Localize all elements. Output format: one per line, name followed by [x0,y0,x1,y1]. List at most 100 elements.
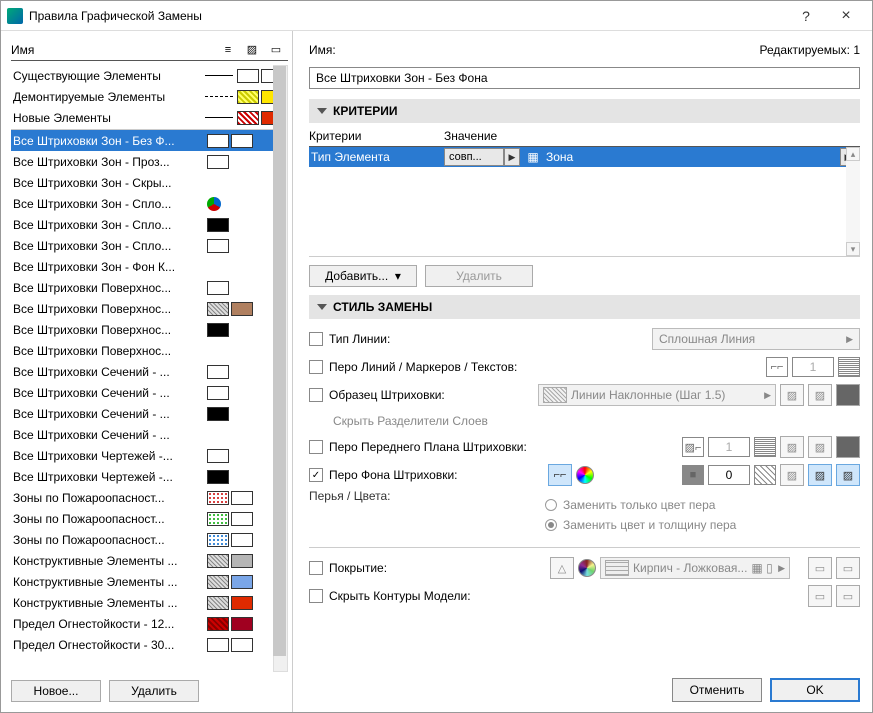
surface-paint-icon[interactable]: △ [550,557,574,579]
name-label: Имя: [309,43,760,57]
brick-preview-icon [605,560,629,576]
fg-pen-swatch[interactable] [754,437,776,457]
rule-list-item[interactable]: Конструктивные Элементы ... [11,571,288,592]
close-button[interactable]: × [826,2,866,30]
linepen-checkbox[interactable] [309,360,323,374]
rule-list-item[interactable]: Все Штриховки Сечений - ... [11,382,288,403]
chevron-down-icon [317,304,327,310]
rule-list-item[interactable]: Конструктивные Элементы ... [11,550,288,571]
rule-list-item[interactable]: Все Штриховки Поверхнос... [11,340,288,361]
rule-list-item[interactable]: Все Штриховки Зон - Без Ф... [11,130,288,151]
pen-icon[interactable]: ⌐⌐ [766,357,788,377]
app-logo [7,8,23,24]
fg-pen-label: Перо Переднего Плана Штриховки: [329,441,682,454]
rule-list-item[interactable]: Все Штриховки Зон - Проз... [11,151,288,172]
rule-list-item[interactable]: Все Штриховки Зон - Скры... [11,172,288,193]
rule-list-item[interactable]: Предел Огнестойкости - 30... [11,634,288,655]
pens-colors-label: Перья / Цвета: [309,489,395,503]
rule-list-item[interactable]: Все Штриховки Зон - Спло... [11,193,288,214]
criteria-operator[interactable]: совп... [444,148,504,166]
rule-list-item[interactable]: Демонтируемые Элементы [11,86,288,107]
ok-button[interactable]: OK [770,678,860,702]
hatch-column-icon[interactable]: ▨ [240,43,264,56]
rule-list-item[interactable]: Все Штриховки Зон - Спло... [11,235,288,256]
rules-scrollbar[interactable] [273,65,288,672]
criteria-section-header[interactable]: КРИТЕРИИ [309,99,860,123]
rule-list-item[interactable]: Зоны по Пожароопасност... [11,487,288,508]
rule-list-item[interactable]: Все Штриховки Поверхнос... [11,319,288,340]
bg-pen-input[interactable] [708,465,750,485]
operator-arrow-icon[interactable]: ▶ [504,148,520,166]
rule-list-item[interactable]: Предел Огнестойкости - 12... [11,613,288,634]
fill-column-icon[interactable]: ▭ [264,43,288,56]
criteria-row[interactable]: Тип Элемента совп... ▶ ▦ Зона ▶ [309,147,860,167]
rule-list-item[interactable]: Зоны по Пожароопасност... [11,508,288,529]
rule-list-item[interactable]: Все Штриховки Поверхнос... [11,298,288,319]
fg-pen-icon[interactable]: ▨⌐ [682,437,704,457]
bg-pen-mode-button[interactable]: ⌐⌐ [548,464,572,486]
hatch-preview-icon [543,387,567,403]
contour-opt-1-button[interactable]: ▭ [808,585,832,607]
rule-list-item[interactable]: Все Штриховки Чертежей -... [11,445,288,466]
fillpat-combo[interactable]: Линии Наклонные (Шаг 1.5)▶ [538,384,776,406]
linetype-checkbox[interactable] [309,332,323,346]
bg-pen-icon[interactable]: ■ [682,465,704,485]
bg-cat-2-button[interactable]: ▨ [808,464,832,486]
add-criteria-button[interactable]: Добавить... ▾ [309,265,417,287]
rule-list-item[interactable]: Новые Элементы [11,107,288,128]
rule-list-item[interactable]: Все Штриховки Поверхнос... [11,277,288,298]
scroll-down-icon[interactable]: ▾ [846,242,860,256]
remove-criteria-button[interactable]: Удалить [425,265,533,287]
fg-pen-input[interactable] [708,437,750,457]
delete-rule-button[interactable]: Удалить [109,680,199,702]
new-rule-button[interactable]: Новое... [11,680,101,702]
rule-list-item[interactable]: Все Штриховки Сечений - ... [11,361,288,382]
surface-combo[interactable]: Кирпич - Ложковая... ▦ ▯▶ [600,557,790,579]
hide-separators-label: Скрыть Разделители Слоев [333,414,488,428]
fill-cat-1-button[interactable]: ▨ [780,384,804,406]
hide-contours-checkbox[interactable] [309,589,323,603]
rule-list-item[interactable]: Все Штриховки Сечений - ... [11,403,288,424]
fill-cat-3-button[interactable] [836,384,860,406]
rule-list-item[interactable]: Конструктивные Элементы ... [11,592,288,613]
linetype-combo[interactable]: Сплошная Линия▶ [652,328,860,350]
fg-pen-checkbox[interactable] [309,440,323,454]
rule-name-input[interactable] [309,67,860,89]
fg-cat-2-button[interactable]: ▨ [808,436,832,458]
linepen-swatch[interactable] [838,357,860,377]
surface-checkbox[interactable] [309,561,323,575]
rule-list-item[interactable]: Все Штриховки Чертежей -... [11,466,288,487]
rule-list-item[interactable]: Все Штриховки Зон - Спло... [11,214,288,235]
linepen-input[interactable] [792,357,834,377]
editable-count: Редактируемых: 1 [760,43,860,57]
fg-cat-3-button[interactable] [836,436,860,458]
contour-opt-2-button[interactable]: ▭ [836,585,860,607]
bg-pen-swatch[interactable] [754,465,776,485]
replace-color-weight-radio[interactable] [545,519,557,531]
surface-opt-1-button[interactable]: ▭ [808,557,832,579]
fillpat-checkbox[interactable] [309,388,323,402]
rules-header-name: Имя [11,43,216,57]
replace-color-only-radio[interactable] [545,499,557,511]
help-button[interactable]: ? [786,2,826,30]
fillpat-label: Образец Штриховки: [329,388,538,402]
bg-pen-checkbox[interactable] [309,468,323,482]
surface-opt-2-button[interactable]: ▭ [836,557,860,579]
scroll-up-icon[interactable]: ▴ [846,147,860,161]
line-column-icon[interactable]: ≡ [216,44,240,56]
style-section-header[interactable]: СТИЛЬ ЗАМЕНЫ [309,295,860,319]
rule-list-item[interactable]: Все Штриховки Зон - Фон К... [11,256,288,277]
bg-cat-1-button[interactable]: ▨ [780,464,804,486]
cancel-button[interactable]: Отменить [672,678,762,702]
chevron-down-icon [317,108,327,114]
fg-cat-1-button[interactable]: ▨ [780,436,804,458]
fill-cat-2-button[interactable]: ▨ [808,384,832,406]
rule-list-item[interactable]: Существующие Элементы [11,65,288,86]
surface-color-icon[interactable] [578,559,596,577]
bg-pen-label: Перо Фона Штриховки: [329,468,548,482]
criteria-col-header: Критерии [309,129,444,146]
rule-list-item[interactable]: Зоны по Пожароопасност... [11,529,288,550]
bg-cat-3-button[interactable]: ▨ [836,464,860,486]
color-wheel-icon[interactable] [576,466,594,484]
rule-list-item[interactable]: Все Штриховки Сечений - ... [11,424,288,445]
